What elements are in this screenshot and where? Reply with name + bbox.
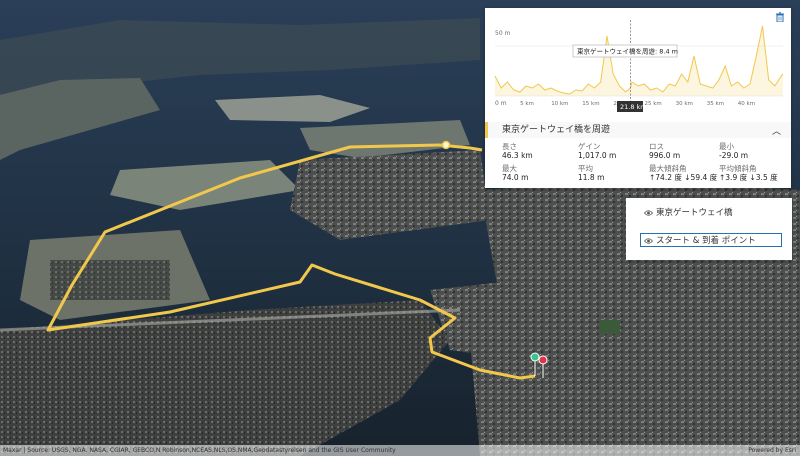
stats-title: 東京ゲートウェイ橋を周遊 <box>502 125 611 135</box>
x-tick-label: 15 km <box>582 101 599 107</box>
layer-list-panel: 東京ゲートウェイ橋 スタート & 到着 ポイント <box>626 198 792 260</box>
layer-item-start-end-points[interactable]: スタート & 到着 ポイント <box>640 233 782 247</box>
avg-slope-up: ↑3.9 度 <box>719 173 748 182</box>
y-label-top: 50 m <box>495 30 511 37</box>
x-tick-label: 35 km <box>707 101 724 107</box>
max-slope-down: ↓59.4 度 <box>684 173 718 182</box>
profile-cursor-marker <box>441 140 451 150</box>
stat-max-slope: 最大傾斜角 ↑74.2 度 ↓59.4 度 <box>649 164 718 182</box>
attribution-text: Maxar | Source: USGS, NGA, NASA, CGIAR, … <box>3 447 396 454</box>
trash-icon[interactable] <box>775 12 785 22</box>
layer-item-label: 東京ゲートウェイ橋 <box>656 208 733 218</box>
stat-length: 長さ 46.3 km <box>502 142 533 160</box>
x-tick-label: 40 km <box>738 101 755 107</box>
eye-icon[interactable] <box>644 237 653 245</box>
x-tick-label: 10 km <box>551 101 568 107</box>
x-tick-label: 25 km <box>645 101 662 107</box>
elevation-profile-panel: 50 m 0 m 5 km10 km15 km20 km25 km30 km35… <box>485 8 791 188</box>
avg-slope-down: ↓3.5 度 <box>749 173 778 182</box>
stat-avg: 平均 11.8 m <box>578 164 605 182</box>
cursor-distance-text: 21.8 km <box>620 103 647 111</box>
chevron-up-icon[interactable]: ︿ <box>772 124 781 140</box>
start-pin[interactable] <box>530 352 540 362</box>
stat-gain: ゲイン 1,017.0 m <box>578 142 617 160</box>
layer-item-gateway-bridge[interactable]: 東京ゲートウェイ橋 <box>642 206 782 220</box>
elevation-chart[interactable]: 50 m 0 m 5 km10 km15 km20 km25 km30 km35… <box>485 8 791 120</box>
elevation-line <box>494 25 784 95</box>
stat-min: 最小 -29.0 m <box>719 142 749 160</box>
eye-icon[interactable] <box>644 209 653 217</box>
chart-tooltip: 東京ゲートウェイ橋を周遊: 8.4 m <box>572 44 678 58</box>
layer-item-label: スタート & 到着 ポイント <box>656 236 756 246</box>
stat-avg-slope: 平均傾斜角 ↑3.9 度 ↓3.5 度 <box>719 164 778 182</box>
x-tick-label: 30 km <box>676 101 693 107</box>
stats-header[interactable]: 東京ゲートウェイ橋を周遊 ︿ <box>485 122 791 138</box>
end-pin[interactable] <box>538 355 548 365</box>
chart-tooltip-text: 東京ゲートウェイ橋を周遊: 8.4 m <box>577 47 678 56</box>
y-label-bottom: 0 m <box>495 100 507 107</box>
cursor-distance-badge: 21.8 km <box>617 101 647 112</box>
max-slope-up: ↑74.2 度 <box>649 173 682 182</box>
x-tick-label: 5 km <box>520 101 534 107</box>
powered-by-link[interactable]: Powered by Esri <box>748 445 796 456</box>
attribution-bar: Maxar | Source: USGS, NGA, NASA, CGIAR, … <box>0 445 800 456</box>
stat-loss: ロス 996.0 m <box>649 142 681 160</box>
park-area <box>600 320 620 334</box>
stat-max: 最大 74.0 m <box>502 164 529 182</box>
